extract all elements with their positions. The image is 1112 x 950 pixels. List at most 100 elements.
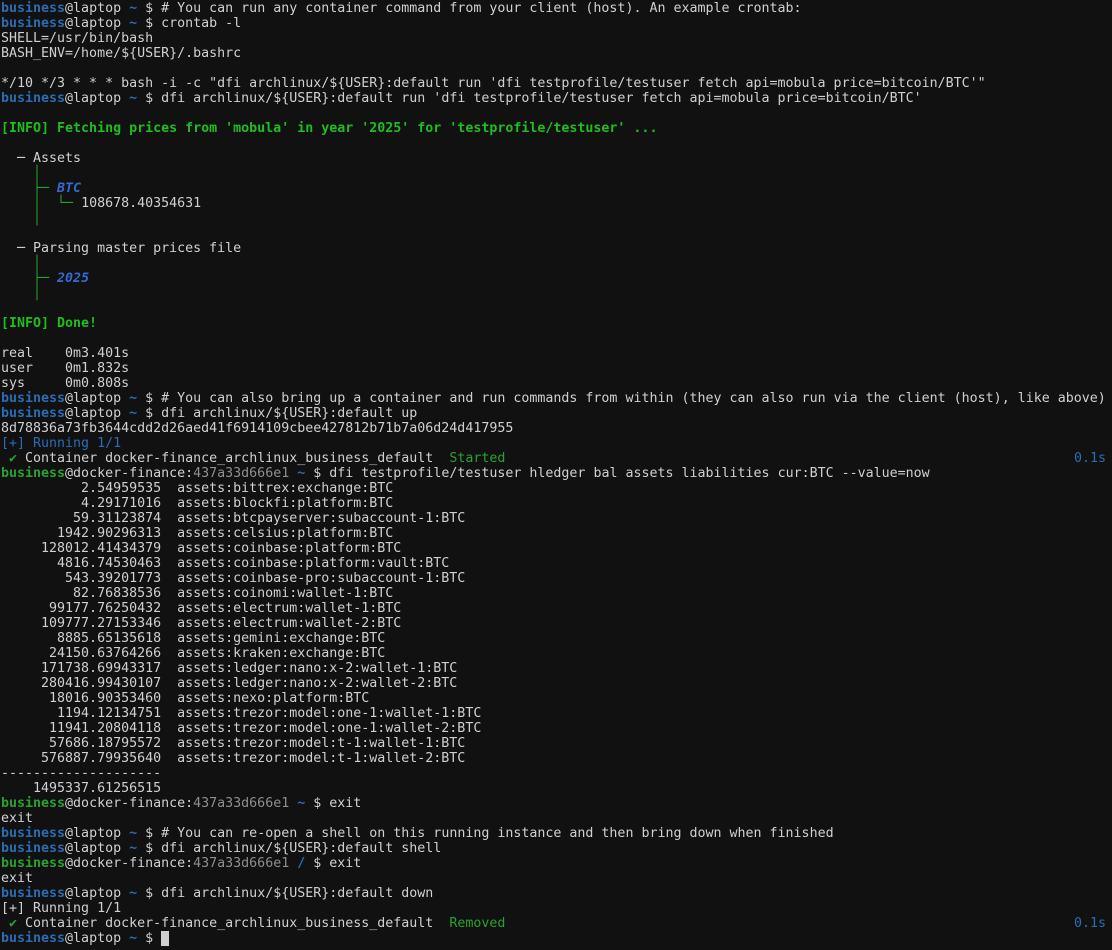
text-segment: 437a33d666e1	[193, 466, 289, 481]
text-segment: │	[1, 286, 41, 301]
text-segment: ~	[129, 91, 137, 106]
text-segment: business	[1, 886, 65, 901]
terminal-line: [INFO] Fetching prices from 'mobula' in …	[1, 121, 1112, 136]
text-segment: 109777.27153346 assets:electrum:wallet-2…	[1, 616, 401, 631]
terminal-line: [INFO] Done!	[1, 316, 1112, 331]
text-segment: 2.54959535 assets:bittrex:exchange:BTC	[1, 481, 393, 496]
text-segment: @laptop	[65, 406, 129, 421]
cursor	[161, 931, 169, 946]
text-segment: 8885.65135618 assets:gemini:exchange:BTC	[1, 631, 385, 646]
text-segment: ✔	[9, 916, 17, 931]
text-segment: 4.29171016 assets:blockfi:platform:BTC	[1, 496, 393, 511]
terminal-screen[interactable]: business@laptop ~ $ # You can run any co…	[0, 0, 1112, 946]
text-segment: [INFO] Fetching prices from 'mobula' in …	[1, 121, 657, 136]
text-segment: 11941.20804118 assets:trezor:model:one-1…	[1, 721, 481, 736]
text-segment: ~	[129, 826, 137, 841]
text-segment: business	[1, 931, 65, 946]
text-segment: business	[1, 841, 65, 856]
terminal-line: ─ Assets	[1, 151, 1112, 166]
text-segment: Container docker-finance_archlinux_busin…	[17, 451, 449, 466]
terminal-line: BASH_ENV=/home/${USER}/.bashrc	[1, 46, 1112, 61]
text-segment: │	[1, 211, 41, 226]
text-segment: sys 0m0.808s	[1, 376, 129, 391]
terminal-line: business@laptop ~ $ dfi archlinux/${USER…	[1, 91, 1112, 106]
text-segment: SHELL=/usr/bin/bash	[1, 31, 153, 46]
balance-row: 24150.63764266 assets:kraken:exchange:BT…	[1, 646, 1112, 661]
text-segment: $ dfi archlinux/${USER}:default up	[137, 406, 417, 421]
text-segment: 18016.90353460 assets:nexo:platform:BTC	[1, 691, 369, 706]
text-segment: 82.76838536 assets:coinomi:wallet-1:BTC	[1, 586, 393, 601]
text-segment: Container docker-finance_archlinux_busin…	[17, 916, 449, 931]
text-segment: user 0m1.832s	[1, 361, 129, 376]
balance-row: 109777.27153346 assets:electrum:wallet-2…	[1, 616, 1112, 631]
text-segment: 0.1s	[1074, 916, 1106, 931]
terminal-line: ✔ Container docker-finance_archlinux_bus…	[1, 451, 1112, 466]
balance-row: 171738.69943317 assets:ledger:nano:x-2:w…	[1, 661, 1112, 676]
text-segment: exit	[1, 871, 33, 886]
text-segment: │ └─	[1, 196, 81, 211]
terminal-line	[1, 301, 1112, 316]
text-segment: [+] Running 1/1	[1, 436, 121, 451]
text-segment: ~	[129, 1, 137, 16]
terminal-line: business@laptop ~ $ dfi archlinux/${USER…	[1, 841, 1112, 856]
text-segment: $ crontab -l	[137, 16, 241, 31]
terminal-line: │	[1, 211, 1112, 226]
text-segment: 1194.12134751 assets:trezor:model:one-1:…	[1, 706, 481, 721]
terminal-line: [+] Running 1/1	[1, 436, 1112, 451]
terminal-line: 8d78836a73fb3644cdd2d26aed41f6914109cbee…	[1, 421, 1112, 436]
text-segment: 57686.18795572 assets:trezor:model:t-1:w…	[1, 736, 465, 751]
text-segment: BTC	[57, 181, 81, 196]
text-segment: @docker-finance:	[65, 856, 193, 871]
text-segment: ~	[129, 886, 137, 901]
terminal-line: │	[1, 256, 1112, 271]
text-segment: real 0m3.401s	[1, 346, 129, 361]
terminal-line: business@laptop ~ $ # You can run any co…	[1, 1, 1112, 16]
terminal-line: real 0m3.401s	[1, 346, 1112, 361]
text-segment: $ dfi archlinux/${USER}:default shell	[137, 841, 441, 856]
text-segment: $ dfi archlinux/${USER}:default run 'dfi…	[137, 91, 922, 106]
terminal-line: ─ Parsing master prices file	[1, 241, 1112, 256]
balance-row: 18016.90353460 assets:nexo:platform:BTC	[1, 691, 1112, 706]
terminal-line: business@docker-finance:437a33d666e1 / $…	[1, 856, 1112, 871]
text-segment: 1942.90296313 assets:celsius:platform:BT…	[1, 526, 393, 541]
balance-row: 280416.99430107 assets:ledger:nano:x-2:w…	[1, 676, 1112, 691]
text-segment: │	[1, 256, 41, 271]
balance-row: 82.76838536 assets:coinomi:wallet-1:BTC	[1, 586, 1112, 601]
text-segment: @laptop	[65, 841, 129, 856]
text-segment: @docker-finance:	[65, 466, 193, 481]
text-segment: $ # You can run any container command fr…	[137, 1, 801, 16]
text-segment: $ # You can re-open a shell on this runn…	[137, 826, 833, 841]
text-segment: 24150.63764266 assets:kraken:exchange:BT…	[1, 646, 385, 661]
balance-row: 57686.18795572 assets:trezor:model:t-1:w…	[1, 736, 1112, 751]
balance-row: 8885.65135618 assets:gemini:exchange:BTC	[1, 631, 1112, 646]
terminal-line	[1, 106, 1112, 121]
text-segment: 99177.76250432 assets:electrum:wallet-1:…	[1, 601, 401, 616]
text-segment: ─ Assets	[1, 151, 81, 166]
terminal-line: exit	[1, 871, 1112, 886]
text-segment: business	[1, 1, 65, 16]
terminal-line	[1, 136, 1112, 151]
terminal-line: user 0m1.832s	[1, 361, 1112, 376]
text-segment: $ dfi archlinux/${USER}:default down	[137, 886, 433, 901]
text-segment: │	[1, 166, 41, 181]
text-segment: ~	[129, 391, 137, 406]
text-segment: 437a33d666e1	[193, 856, 289, 871]
text-segment: $ dfi testprofile/testuser hledger bal a…	[305, 466, 929, 481]
text-segment: 576887.79935640 assets:trezor:model:t-1:…	[1, 751, 465, 766]
terminal-line: business@laptop ~ $	[1, 931, 1112, 946]
text-segment: @laptop	[65, 16, 129, 31]
text-segment: ✔	[9, 451, 17, 466]
balance-row: 11941.20804118 assets:trezor:model:one-1…	[1, 721, 1112, 736]
balance-row: 2.54959535 assets:bittrex:exchange:BTC	[1, 481, 1112, 496]
text-segment: @laptop	[65, 826, 129, 841]
text-segment: business	[1, 856, 65, 871]
text-segment: 59.31123874 assets:btcpayserver:subaccou…	[1, 511, 465, 526]
terminal-line: business@laptop ~ $ dfi archlinux/${USER…	[1, 406, 1112, 421]
text-segment: $ exit	[305, 796, 361, 811]
terminal-line: ✔ Container docker-finance_archlinux_bus…	[1, 916, 1112, 931]
text-segment: $ # You can also bring up a container an…	[137, 391, 1106, 406]
text-segment: 437a33d666e1	[193, 796, 289, 811]
text-segment: ├─	[1, 271, 57, 286]
balance-row: 1194.12134751 assets:trezor:model:one-1:…	[1, 706, 1112, 721]
balance-row: 1942.90296313 assets:celsius:platform:BT…	[1, 526, 1112, 541]
